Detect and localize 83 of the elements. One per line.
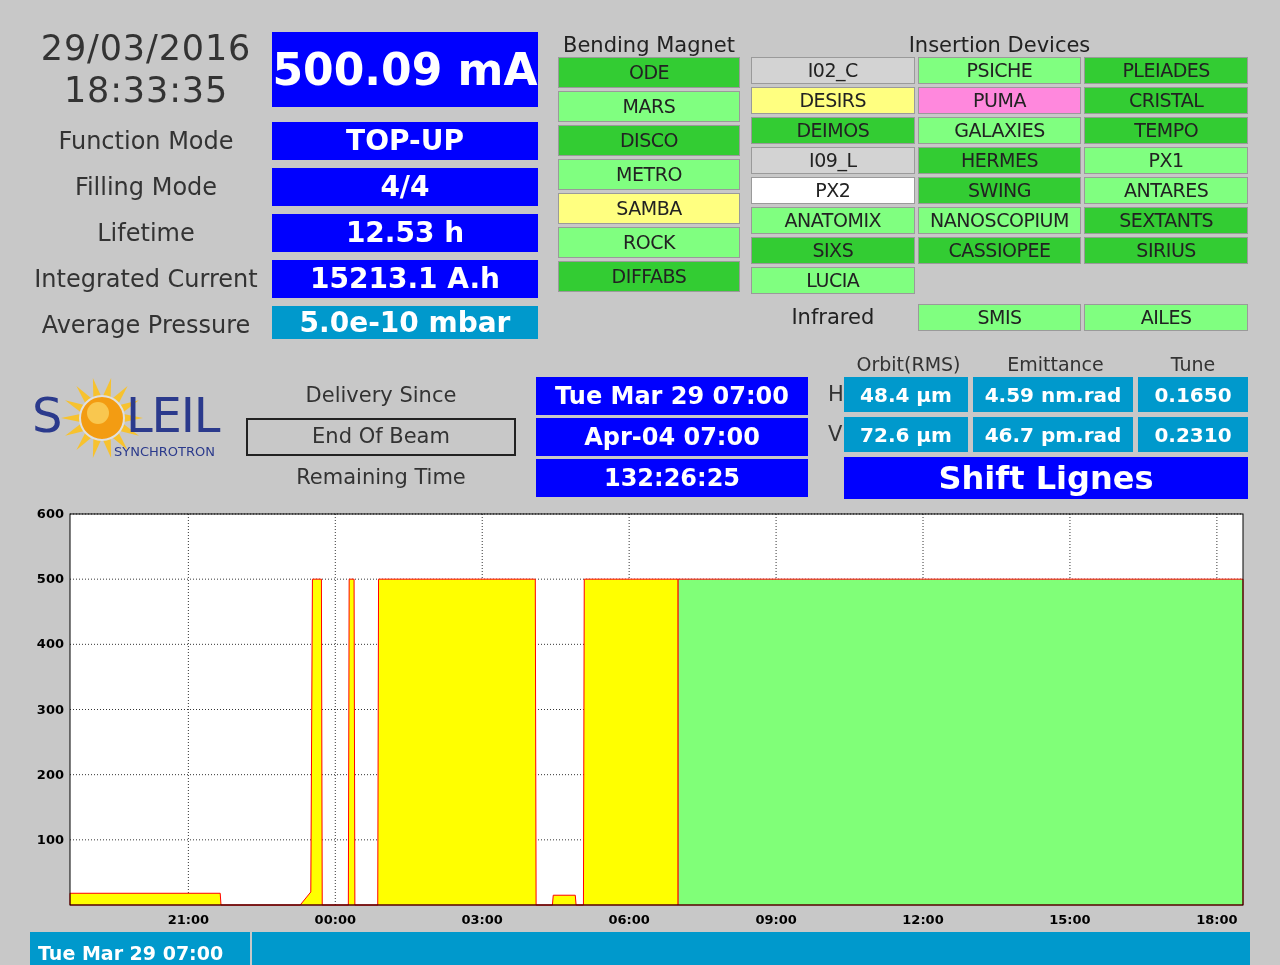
beamline-status: CASSIOPEE [917,237,1082,264]
y-tick-label: 500 [36,571,64,587]
section-title: Bending Magnet [562,32,736,57]
column-header: Emittance [1006,354,1105,374]
beamline-status: METRO [558,159,740,190]
beamline-status: I09_L [751,147,915,174]
beamline-status: I02_C [751,57,915,84]
beamline-status: TEMPO [1084,117,1248,144]
plane-label: V [828,420,844,448]
x-tick-label: 18:00 [1196,912,1238,927]
column-header: Orbit(RMS) [855,354,962,374]
beamline-status: DEIMOS [751,117,915,144]
x-tick-label: 09:00 [755,912,797,927]
beam-parameter-value: 46.7 pm.rad [973,417,1133,452]
parameter-value: TOP-UP [272,122,538,160]
beamline-status: DIFFABS [558,261,740,292]
infrared-label: Infrared [790,304,876,331]
logo-subtitle: SYNCHROTRON [114,444,215,460]
y-tick-label: 400 [36,636,64,652]
beamline-status: SWING [917,177,1082,204]
x-tick-label: 21:00 [167,912,210,927]
parameter-label: Filling Mode [73,172,219,203]
parameter-value: 4/4 [272,168,538,206]
beamline-status: LUCIA [751,267,915,294]
logo-wordmark: LEIL [126,390,220,440]
beamline-status: GALAXIES [917,117,1082,144]
beam-current-display: 500.09 mA [272,32,538,107]
beamline-status: ROCK [558,227,740,258]
beamline-status: PSICHE [917,57,1082,84]
beamline-status: HERMES [917,147,1082,174]
delivery-label: End Of Beam [246,418,516,456]
beamline-status: PUMA [917,87,1082,114]
column-header: Tune [1169,354,1217,374]
beamline-status: SIRIUS [1084,237,1248,264]
parameter-label: Function Mode [57,126,235,157]
y-tick-label: 600 [36,507,64,521]
section-title: Insertion Devices [907,32,1092,57]
beam-parameter-value: 0.2310 [1138,417,1248,452]
beamline-status: ODE [558,57,740,88]
beamline-status: PX1 [1084,147,1248,174]
time-text: 18:33:35 [63,69,229,111]
beamline-status: ANATOMIX [751,207,915,234]
plane-label: H [828,380,844,408]
parameter-label: Average Pressure [40,310,252,341]
beamline-status: SAMBA [558,193,740,224]
x-tick-label: 12:00 [902,912,944,927]
delivery-label: Delivery Since [304,382,458,410]
beam-parameter-value: 0.1650 [1138,377,1248,412]
beam-parameter-value: 72.6 µm [844,417,968,452]
beamline-status: PX2 [751,177,915,204]
shift-banner: Shift Lignes [844,457,1248,499]
logo-letter: S [32,390,63,440]
x-tick-label: 15:00 [1049,912,1091,927]
parameter-label: Integrated Current [33,264,259,295]
y-tick-label: 200 [36,766,64,782]
beamline-status: AILES [1084,304,1248,331]
x-tick-label: 06:00 [608,912,650,927]
delivery-value: Apr-04 07:00 [536,418,808,456]
date-text: 29/03/2016 [40,27,252,69]
delivery-label: Remaining Time [295,464,467,492]
footer-date: Tue Mar 29 07:00 [30,932,252,965]
parameter-value: 15213.1 A.h [272,260,538,298]
beam-parameter-value: 4.59 nm.rad [973,377,1133,412]
beamline-status: NANOSCOPIUM [917,207,1082,234]
beamline-status: SMIS [917,304,1082,331]
delivery-value: 132:26:25 [536,459,808,497]
beam-parameter-value: 48.4 µm [844,377,968,412]
y-tick-label: 300 [36,701,64,717]
beamline-status: DESIRS [751,87,915,114]
beamline-status: CRISTAL [1084,87,1248,114]
beamline-status: DISCO [558,125,740,156]
beamline-status: SIXS [751,237,915,264]
x-tick-label: 03:00 [461,912,503,927]
parameter-value: 12.53 h [272,214,538,252]
x-tick-label: 00:00 [314,912,356,927]
delivery-value: Tue Mar 29 07:00 [536,377,808,415]
beamline-status: ANTARES [1084,177,1248,204]
parameter-label: Lifetime [96,218,196,249]
parameter-value: 5.0e-10 mbar [272,306,538,339]
y-tick-label: 100 [36,831,64,847]
beamline-status: PLEIADES [1084,57,1248,84]
beamline-status: MARS [558,91,740,122]
beamline-status: SEXTANTS [1084,207,1248,234]
